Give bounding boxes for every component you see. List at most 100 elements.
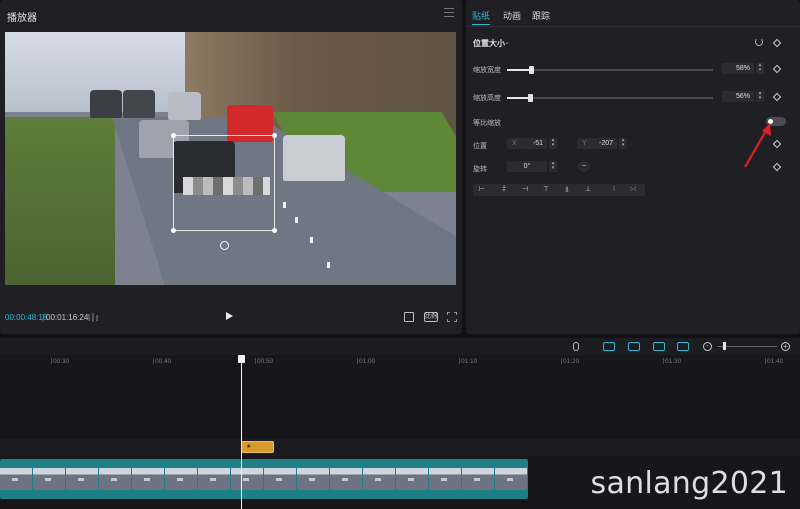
sticker-track xyxy=(0,439,800,456)
preview-axis-icon[interactable] xyxy=(677,342,689,351)
menu-icon[interactable] xyxy=(444,8,454,18)
fit-screen-icon[interactable] xyxy=(404,312,414,322)
annotation-arrow-icon xyxy=(744,123,771,168)
player-panel: 播放器 00:00:48:18 | 00:01:16:24 比例 xyxy=(0,0,462,334)
main-track-magnet-icon[interactable] xyxy=(603,342,615,351)
keyframe-icon[interactable] xyxy=(772,139,782,149)
resize-handle[interactable] xyxy=(272,228,277,233)
scale-height-input[interactable]: 56% xyxy=(722,91,754,102)
rotation-reset-button[interactable]: − xyxy=(578,161,590,172)
ruler-label: 00:40 xyxy=(155,358,172,365)
position-y-stepper[interactable]: ▴ ▾ xyxy=(619,138,627,149)
linkage-icon[interactable] xyxy=(653,342,665,351)
video-preview[interactable] xyxy=(5,32,456,285)
distribute-h-icon: ⫴ xyxy=(612,186,616,193)
section-title[interactable]: 位置大小 xyxy=(473,38,505,49)
clip-thumbnail xyxy=(99,468,132,490)
resize-handle[interactable] xyxy=(171,133,176,138)
lane-marking xyxy=(295,217,298,223)
scale-height-label: 缩放高度 xyxy=(473,95,501,102)
tab-tracking[interactable]: 跟踪 xyxy=(532,9,550,22)
video-clip[interactable] xyxy=(0,459,528,499)
reset-icon[interactable] xyxy=(755,38,763,46)
clip-thumbnail xyxy=(297,468,330,490)
clip-thumbnail xyxy=(396,468,429,490)
align-bottom-icon[interactable]: ⊥ xyxy=(583,186,593,194)
zoom-in-icon[interactable]: + xyxy=(781,342,790,351)
clip-thumbnail xyxy=(330,468,363,490)
slider-knob[interactable] xyxy=(529,66,534,74)
keyframe-icon[interactable] xyxy=(772,38,782,48)
tab-sticker[interactable]: 贴纸 xyxy=(472,9,490,22)
align-top-icon[interactable]: ⊤ xyxy=(541,186,551,194)
align-center-h-icon[interactable]: ⫩ xyxy=(499,186,509,194)
scale-height-slider[interactable] xyxy=(507,94,713,102)
playhead-handle[interactable] xyxy=(238,355,245,363)
sticker-clip[interactable]: ★ xyxy=(241,441,274,453)
divider xyxy=(466,26,800,27)
align-left-icon[interactable]: ⊢ xyxy=(477,186,487,194)
microphone-icon[interactable] xyxy=(573,342,579,351)
scale-width-stepper[interactable]: ▴ ▾ xyxy=(756,63,764,74)
clip-thumbnail xyxy=(33,468,66,490)
ruler-label: 01:30 xyxy=(665,358,682,365)
rotation-label: 旋转 xyxy=(473,166,487,173)
clip-thumbnail xyxy=(264,468,297,490)
position-y-input[interactable]: Y -207 xyxy=(577,138,617,149)
tab-animation[interactable]: 动画 xyxy=(503,9,521,22)
ruler-label: 01:20 xyxy=(563,358,580,365)
clip-thumbnail xyxy=(66,468,99,490)
keyframe-icon[interactable] xyxy=(772,64,782,74)
clip-thumbnail xyxy=(462,468,495,490)
ruler-label: 01:40 xyxy=(767,358,784,365)
playhead[interactable] xyxy=(241,357,242,509)
position-x-input[interactable]: X -51 xyxy=(507,138,547,149)
ruler-label: 01:10 xyxy=(461,358,478,365)
ruler-label: 00:50 xyxy=(257,358,274,365)
timeline-toolbar: - + xyxy=(0,338,800,355)
zoom-out-icon[interactable]: - xyxy=(703,342,712,351)
keyframe-icon[interactable] xyxy=(772,92,782,102)
align-center-v-icon[interactable]: ⫫ xyxy=(562,186,572,194)
zoom-slider[interactable] xyxy=(717,346,777,347)
clip-thumbnail xyxy=(363,468,396,490)
rotation-input[interactable]: 0° xyxy=(507,161,547,172)
car xyxy=(123,90,155,118)
scale-height-stepper[interactable]: ▴ ▾ xyxy=(756,91,764,102)
keyframe-icon[interactable] xyxy=(772,162,782,172)
active-tab-indicator xyxy=(472,24,490,25)
clip-thumbnail xyxy=(198,468,231,490)
clip-thumbnail xyxy=(0,468,33,490)
waveform-icon[interactable] xyxy=(88,313,100,322)
distribute-v-icon: ⋈ xyxy=(629,186,637,193)
slider-knob[interactable] xyxy=(528,94,533,102)
scale-width-input[interactable]: 58% xyxy=(722,63,754,74)
chevron-down-icon[interactable]: ⌄ xyxy=(504,38,510,46)
play-button[interactable] xyxy=(226,312,233,320)
scale-width-slider[interactable] xyxy=(507,66,713,74)
resize-handle[interactable] xyxy=(272,133,277,138)
fullscreen-icon[interactable] xyxy=(447,312,457,322)
timeline-ruler[interactable]: 00:30 00:40 00:50 01:00 01:10 01:20 01:3… xyxy=(0,357,800,369)
rotate-handle-icon[interactable] xyxy=(220,241,229,250)
video-verge-left xyxy=(5,117,115,285)
lane-marking xyxy=(310,237,313,243)
ruler-label: 01:00 xyxy=(359,358,376,365)
rotation-stepper[interactable]: ▴ ▾ xyxy=(549,161,557,172)
ratio-button[interactable]: 比例 xyxy=(424,312,438,322)
scale-width-label: 缩放宽度 xyxy=(473,67,501,74)
time-separator: | xyxy=(42,313,45,322)
position-x-stepper[interactable]: ▴ ▾ xyxy=(549,138,557,149)
uniform-scale-label: 等比缩放 xyxy=(473,120,501,127)
align-right-icon[interactable]: ⊣ xyxy=(520,186,530,194)
sticker-selection-box[interactable] xyxy=(171,133,277,233)
resize-handle[interactable] xyxy=(171,228,176,233)
clip-thumbnail xyxy=(132,468,165,490)
watermark: sanlang2021 xyxy=(590,466,788,501)
sticker-clip-label: ★ xyxy=(246,444,252,450)
clip-thumbnail xyxy=(495,468,528,490)
clip-thumbnail xyxy=(429,468,462,490)
auto-snap-icon[interactable] xyxy=(628,342,640,351)
alignment-toolbar: ⊢ ⫩ ⊣ ⊤ ⫫ ⊥ ⫴ ⋈ xyxy=(473,184,645,196)
zoom-slider-knob[interactable] xyxy=(723,342,726,350)
